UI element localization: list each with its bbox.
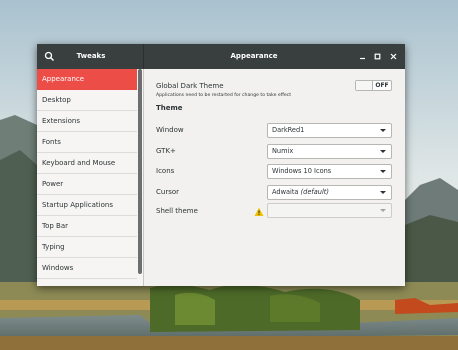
cursor-label: Cursor <box>156 188 180 196</box>
icons-label: Icons <box>156 167 175 175</box>
cursor-theme-select[interactable]: Adwaita (default) <box>267 185 392 200</box>
sidebar-item-typing[interactable]: Typing <box>37 237 137 258</box>
sidebar-item-windows[interactable]: Windows <box>37 258 137 279</box>
sidebar-item-top-bar[interactable]: Top Bar <box>37 216 137 237</box>
cursor-default-tag: (default) <box>300 188 329 196</box>
chevron-down-icon <box>380 191 386 194</box>
sidebar-item-fonts[interactable]: Fonts <box>37 132 137 153</box>
window-theme-value: DarkRed1 <box>272 126 305 134</box>
dark-theme-title: Global Dark Theme <box>156 82 224 90</box>
appearance-panel: Global Dark Theme Applications need to b… <box>144 69 405 286</box>
chevron-down-icon <box>380 129 386 132</box>
window-theme-select[interactable]: DarkRed1 <box>267 123 392 138</box>
theme-heading: Theme <box>156 104 183 112</box>
search-icon[interactable] <box>42 49 57 64</box>
window-label: Window <box>156 126 184 134</box>
gtk-theme-select[interactable]: Numix <box>267 144 392 159</box>
tweaks-window: Tweaks Appearance Appearance Desktop Ext… <box>37 44 405 286</box>
minimize-icon[interactable] <box>358 52 367 61</box>
shell-theme-select <box>267 203 392 218</box>
sidebar-item-power[interactable]: Power <box>37 174 137 195</box>
maximize-icon[interactable] <box>373 52 382 61</box>
sidebar-item-extensions[interactable]: Extensions <box>37 111 137 132</box>
gtk-label: GTK+ <box>156 147 176 155</box>
icons-theme-select[interactable]: Windows 10 Icons <box>267 164 392 179</box>
sidebar-item-keyboard-and-mouse[interactable]: Keyboard and Mouse <box>37 153 137 174</box>
warning-icon <box>254 207 264 216</box>
cursor-theme-value: Adwaita (default) <box>272 186 329 199</box>
sidebar: Appearance Desktop Extensions Fonts Keyb… <box>37 69 144 286</box>
icons-theme-value: Windows 10 Icons <box>272 167 332 175</box>
sidebar-item-desktop[interactable]: Desktop <box>37 90 137 111</box>
toggle-state: OFF <box>375 82 389 89</box>
app-title: Tweaks <box>76 52 106 60</box>
page-title: Appearance <box>230 52 278 60</box>
chevron-down-icon <box>380 209 386 212</box>
dark-theme-toggle[interactable]: OFF <box>355 80 392 91</box>
sidebar-item-startup-applications[interactable]: Startup Applications <box>37 195 137 216</box>
toggle-knob <box>356 81 373 90</box>
dark-theme-note: Applications need to be restarted for ch… <box>156 93 292 98</box>
chevron-down-icon <box>380 150 386 153</box>
titlebar: Tweaks Appearance <box>37 44 405 69</box>
cursor-theme-name: Adwaita <box>272 188 299 196</box>
titlebar-left-pane: Tweaks <box>37 44 144 69</box>
sidebar-scrollbar[interactable] <box>138 69 142 274</box>
gtk-theme-value: Numix <box>272 147 294 155</box>
close-icon[interactable] <box>389 52 398 61</box>
chevron-down-icon <box>380 170 386 173</box>
shell-theme-label: Shell theme <box>156 207 198 215</box>
sidebar-item-appearance[interactable]: Appearance <box>37 69 137 90</box>
